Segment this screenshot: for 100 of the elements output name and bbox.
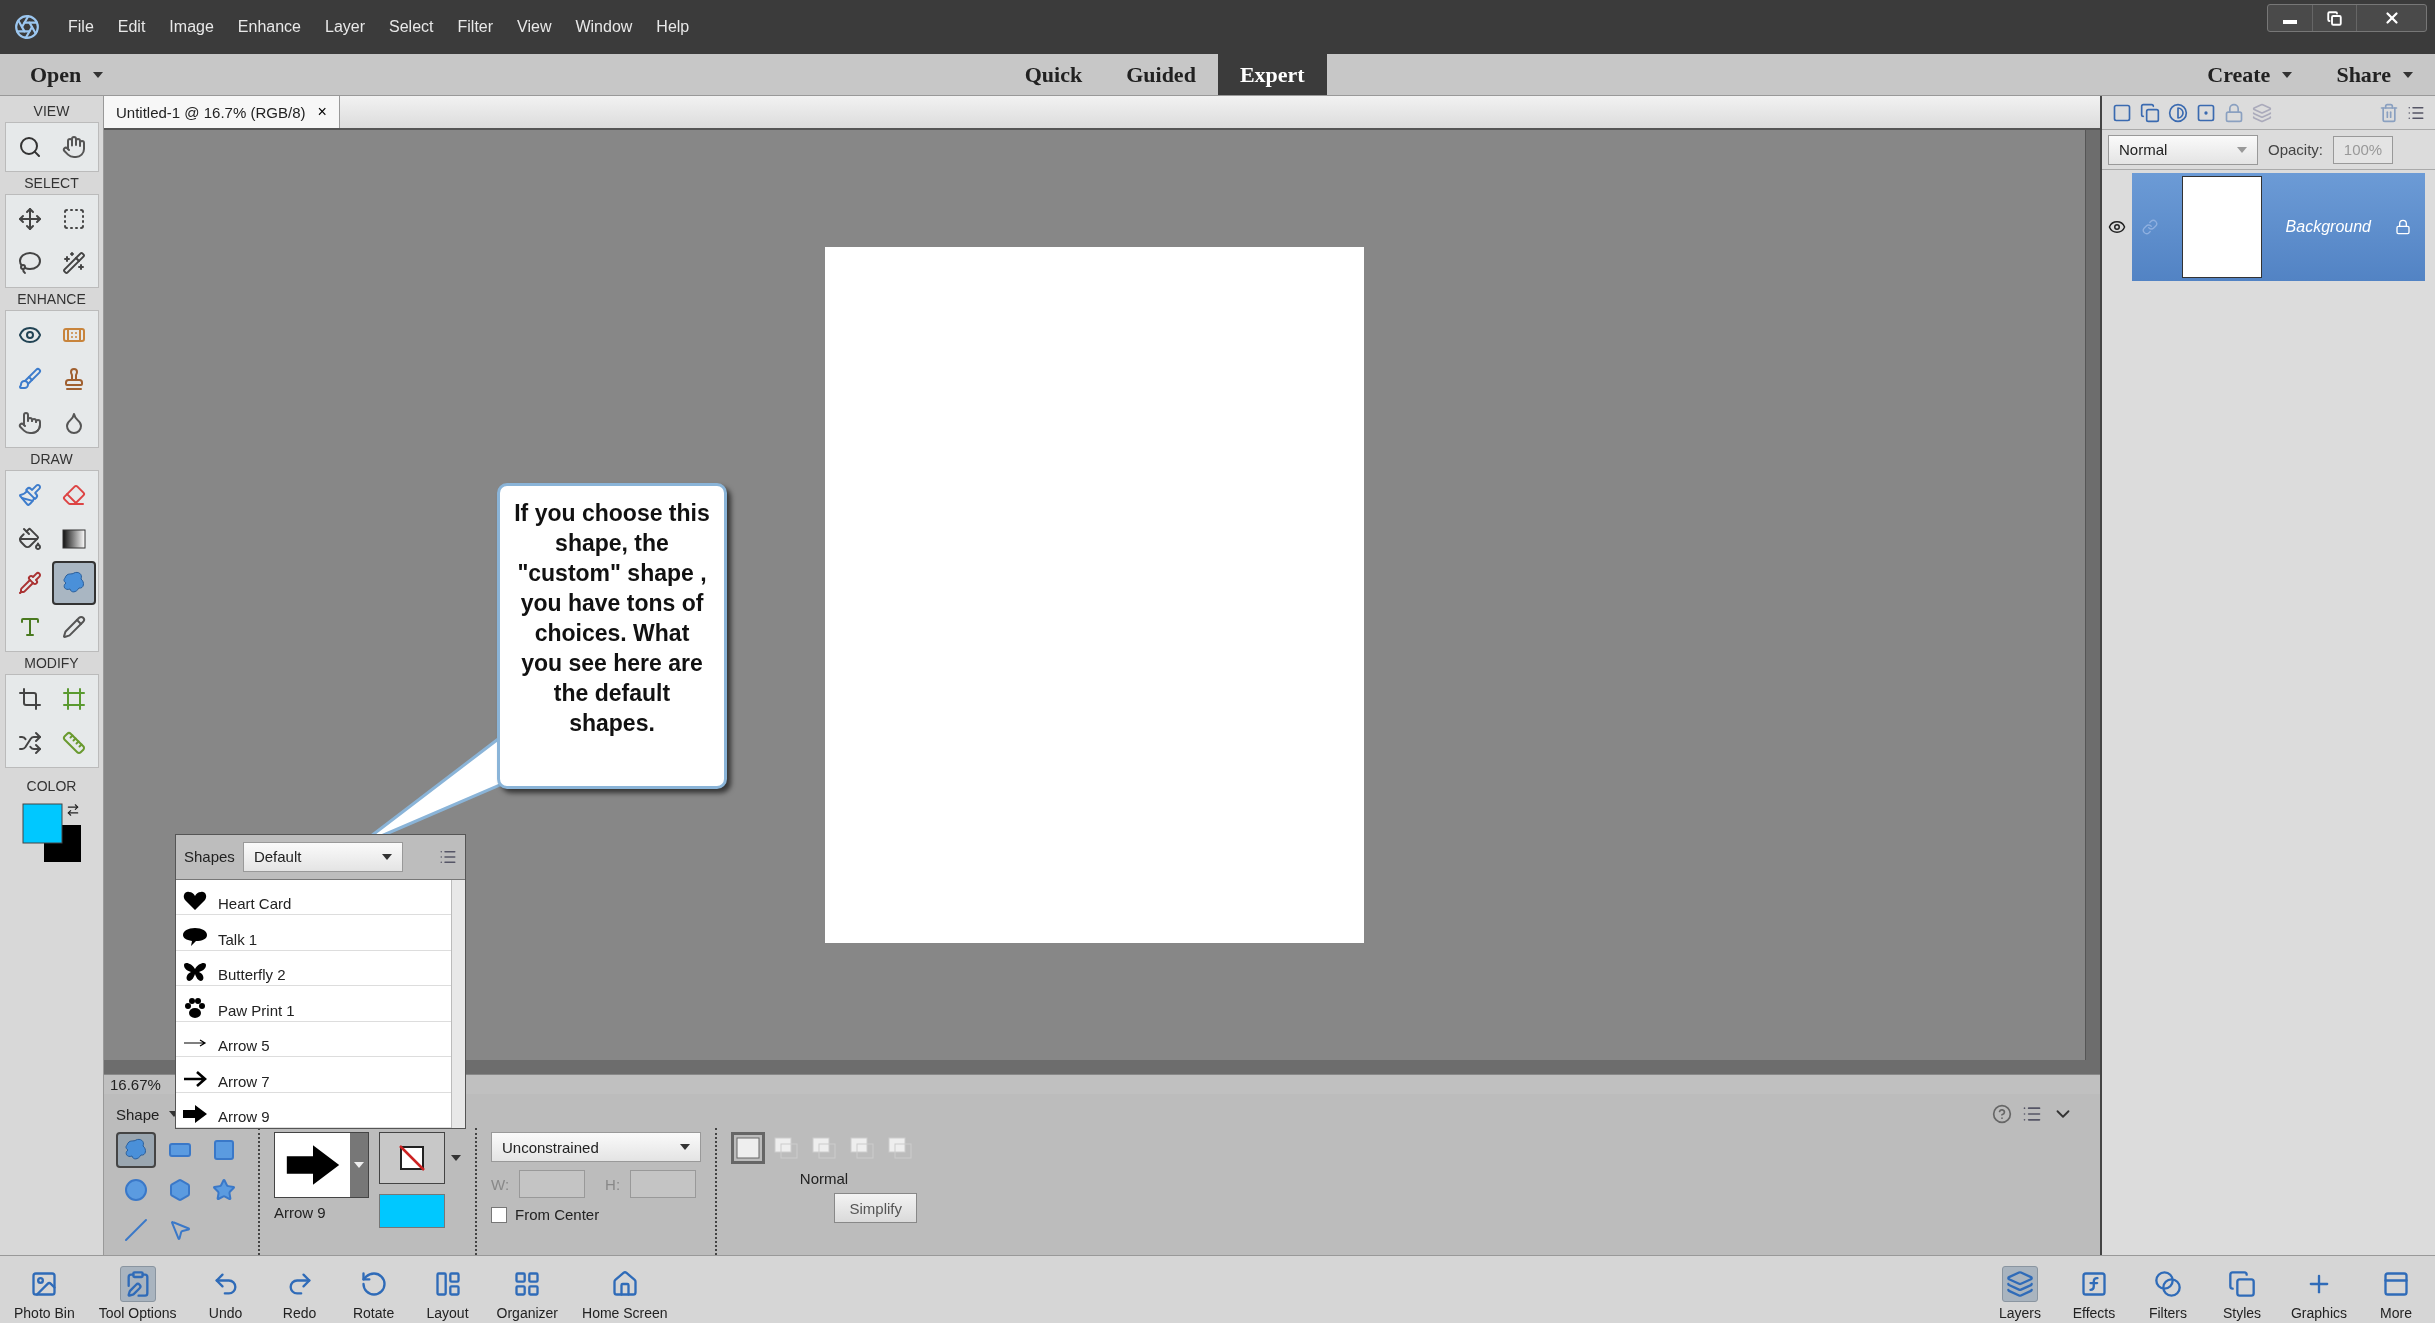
color-picker[interactable] xyxy=(379,1194,445,1228)
shape-item[interactable]: Arrow 9 xyxy=(176,1092,451,1128)
overlap-squares-icon xyxy=(849,1136,875,1160)
finger-icon xyxy=(17,411,42,435)
taskbar-button[interactable]: Layout xyxy=(412,1256,483,1323)
menu-item[interactable]: Filter xyxy=(447,18,504,36)
tab-close-button[interactable]: × xyxy=(317,103,327,121)
layer-name: Background xyxy=(2285,218,2371,236)
tool-group-label: DRAW xyxy=(30,451,73,467)
taskbar-button[interactable]: Graphics xyxy=(2280,1256,2357,1323)
tool-group-label: ENHANCE xyxy=(17,291,86,307)
color-swatches[interactable] xyxy=(21,803,82,863)
simplify-button[interactable]: Simplify xyxy=(834,1193,917,1223)
taskbar-button[interactable]: Layers xyxy=(1984,1256,2055,1323)
gradient-icon xyxy=(61,529,86,549)
menu-item[interactable]: Window xyxy=(565,18,643,36)
shape-item[interactable]: Talk 1 xyxy=(176,915,451,951)
shape-picker[interactable] xyxy=(274,1132,369,1198)
taskbar-button[interactable]: Effects xyxy=(2058,1256,2129,1323)
menu-item[interactable]: View xyxy=(507,18,562,36)
panel-icon xyxy=(2382,1270,2410,1298)
tool-group-label: COLOR xyxy=(26,778,77,794)
tool-name: Shape xyxy=(116,1105,160,1123)
taskbar-button[interactable]: Undo xyxy=(190,1256,261,1323)
magnifier-icon xyxy=(17,135,42,159)
mode-tab[interactable]: Guided xyxy=(1104,54,1218,95)
shape-mode-button[interactable] xyxy=(731,1132,765,1164)
dashed-rectangle-icon xyxy=(61,207,86,231)
mask-icon[interactable] xyxy=(2196,102,2216,123)
stacked-pages-icon xyxy=(2227,1270,2256,1298)
star-icon xyxy=(212,1178,236,1202)
menu-item[interactable]: Edit xyxy=(107,18,156,36)
document-title: Untitled-1 @ 16.7% (RGB/8) xyxy=(116,103,306,121)
menu-item[interactable]: Select xyxy=(379,18,444,36)
menu-icon[interactable] xyxy=(2022,1104,2042,1124)
taskbar-button[interactable]: Filters xyxy=(2132,1256,2203,1323)
open-button[interactable]: Open xyxy=(18,54,126,95)
taskbar-button[interactable]: Photo Bin xyxy=(4,1256,85,1323)
blob-icon xyxy=(123,1137,149,1163)
taskbar-button[interactable]: Redo xyxy=(264,1256,335,1323)
half-circle-icon[interactable] xyxy=(2168,102,2188,123)
shape-item[interactable]: Paw Print 1 xyxy=(176,986,451,1022)
frame-icon xyxy=(61,687,86,711)
scrollbar[interactable] xyxy=(2085,130,2100,1060)
callout: If you choose this shape, the "custom" shape , you have tons of choices. What you see here are the default shapes. xyxy=(497,483,727,789)
copy-icon[interactable] xyxy=(2140,102,2160,123)
speech-bubble-icon xyxy=(182,925,208,948)
tool-group-label: VIEW xyxy=(33,103,70,119)
square-icon[interactable] xyxy=(2112,102,2132,123)
heart-icon xyxy=(182,890,208,912)
menu-item[interactable]: Layer xyxy=(315,18,376,36)
layers-icon xyxy=(2005,1270,2034,1298)
taskbar-button[interactable]: Tool Options xyxy=(88,1256,187,1323)
menu-item[interactable]: Help xyxy=(646,18,700,36)
checkbox[interactable] xyxy=(491,1206,507,1223)
taskbar-button[interactable]: More xyxy=(2361,1256,2431,1323)
scrollbar[interactable] xyxy=(451,879,465,1128)
help-icon[interactable] xyxy=(1992,1104,2012,1124)
rotate-icon xyxy=(359,1270,388,1298)
shape-library-dropdown[interactable]: Default xyxy=(242,841,403,872)
overlap-squares-icon xyxy=(887,1136,913,1160)
butterfly-icon xyxy=(182,961,208,983)
blend-mode-dropdown[interactable]: Normal xyxy=(2108,134,2258,165)
document-tab[interactable]: Untitled-1 @ 16.7% (RGB/8) × xyxy=(104,96,340,128)
brush-icon xyxy=(17,483,42,507)
shape-name: Arrow 9 xyxy=(274,1204,327,1221)
link-icon xyxy=(2141,219,2158,235)
menu-item[interactable]: Enhance xyxy=(227,18,311,36)
taskbar-button[interactable]: Styles xyxy=(2206,1256,2277,1323)
lock-icon xyxy=(2395,219,2411,235)
visibility-icon[interactable] xyxy=(2107,218,2126,236)
eraser-icon xyxy=(61,483,86,507)
shape-item[interactable]: Arrow 5 xyxy=(176,1021,451,1057)
create-button[interactable]: Create xyxy=(2185,54,2315,95)
shape-item[interactable]: Butterfly 2 xyxy=(176,950,451,986)
shape-item-label: Arrow 9 xyxy=(218,1108,270,1125)
menu-item[interactable]: Image xyxy=(159,18,224,36)
hand-icon xyxy=(61,135,86,159)
style-picker[interactable] xyxy=(379,1132,445,1184)
shapes-label: Shapes xyxy=(184,848,235,866)
checkbox-label: From Center xyxy=(515,1206,600,1223)
mode-tab[interactable]: Expert xyxy=(1217,54,1327,95)
shape-item[interactable]: Heart Card xyxy=(176,879,451,915)
share-button[interactable]: Share xyxy=(2314,54,2435,95)
constraint-dropdown[interactable]: Unconstrained xyxy=(491,1132,701,1162)
shape-item-label: Talk 1 xyxy=(218,930,258,948)
photo-icon xyxy=(30,1270,59,1298)
circles-icon xyxy=(2153,1270,2182,1298)
taskbar-button[interactable]: Home Screen xyxy=(572,1256,678,1323)
swap-icon[interactable] xyxy=(65,803,80,817)
overlap-squares-icon xyxy=(811,1136,837,1160)
menu-item[interactable]: File xyxy=(58,18,104,36)
shape-item[interactable]: Arrow 7 xyxy=(176,1057,451,1093)
taskbar-button[interactable]: Rotate xyxy=(338,1256,409,1323)
shape-item-label: Butterfly 2 xyxy=(218,966,286,983)
shape-tool-button[interactable] xyxy=(116,1132,156,1168)
taskbar-button[interactable]: Organizer xyxy=(486,1256,568,1323)
mode-tab[interactable]: Quick xyxy=(1002,54,1105,95)
tool-button[interactable] xyxy=(51,561,96,605)
shape-item-label: Paw Print 1 xyxy=(218,1001,295,1019)
